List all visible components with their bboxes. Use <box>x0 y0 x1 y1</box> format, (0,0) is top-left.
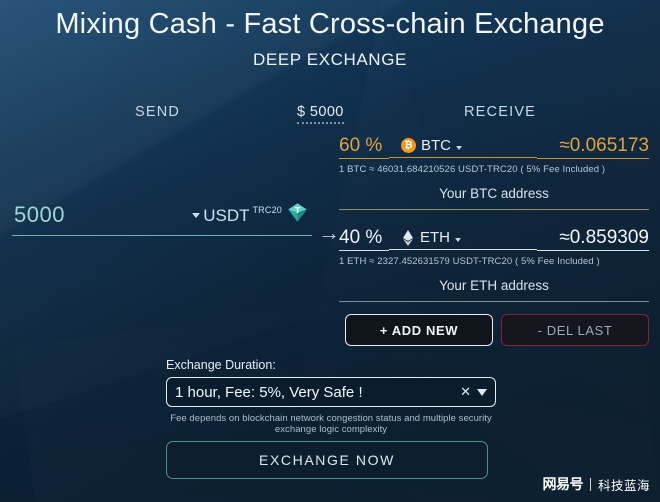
caret-down-icon <box>192 213 201 218</box>
send-token-network: TRC20 <box>252 205 282 215</box>
page-subtitle: DEEP EXCHANGE <box>253 50 407 69</box>
send-token-symbol: USDT <box>203 206 250 225</box>
eth-rate-note: 1 ETH ≈ 2327.452631579 USDT-TRC20 ( 5% F… <box>339 256 600 267</box>
btc-address-input[interactable]: Your BTC address <box>339 186 649 210</box>
exchange-now-button[interactable]: EXCHANGE NOW <box>166 441 488 479</box>
coin-row-actions: + ADD NEW - DEL LAST <box>345 314 651 346</box>
chevron-down-icon <box>455 237 461 242</box>
ethereum-icon <box>401 229 415 246</box>
total-amount-label: $ 5000 <box>297 104 344 124</box>
btc-rate-note: 1 BTC ≈ 46031.684210526 USDT-TRC20 ( 5% … <box>339 164 606 175</box>
eth-percent-input[interactable]: 40 % <box>339 228 389 251</box>
watermark-text: 科技蓝海 <box>597 477 650 493</box>
bitcoin-icon: ₿ <box>401 138 416 153</box>
eth-amount-value: ≈0.859309 <box>537 228 649 251</box>
receive-coin-row-btc: 60 % ₿ BTC ≈0.065173 1 BTC ≈ 46031.68421… <box>339 134 649 210</box>
watermark: 网易号 科技蓝海 <box>542 474 650 494</box>
send-amount-input[interactable]: 5000 <box>14 202 65 228</box>
usdt-tether-diamond-icon: T <box>287 202 308 223</box>
send-column-label: SEND <box>135 104 181 120</box>
exchange-duration-select[interactable]: 1 hour, Fee: 5%, Very Safe ! ✕ <box>166 377 496 407</box>
btc-symbol-label: BTC <box>421 137 451 154</box>
btc-line: 60 % ₿ BTC ≈0.065173 <box>339 134 649 161</box>
exchange-duration-label: Exchange Duration: <box>166 358 276 372</box>
receive-column-label: RECEIVE <box>464 104 537 120</box>
send-token-selector[interactable]: USDT TRC20 <box>192 205 282 226</box>
eth-line: 40 % ETH ≈0.859309 <box>339 226 649 253</box>
btc-amount-value: ≈0.065173 <box>537 136 649 159</box>
add-new-button[interactable]: + ADD NEW <box>345 314 493 346</box>
fee-disclaimer-text: Fee depends on blockchain network conges… <box>170 413 492 435</box>
eth-address-input[interactable]: Your ETH address <box>339 278 649 302</box>
chevron-down-icon <box>456 145 462 150</box>
page-title: Mixing Cash - Fast Cross-chain Exchange <box>55 8 605 40</box>
btc-percent-input[interactable]: 60 % <box>339 136 389 159</box>
receive-panel: 60 % ₿ BTC ≈0.065173 1 BTC ≈ 46031.68421… <box>339 134 649 302</box>
svg-text:T: T <box>295 206 301 215</box>
close-x-icon[interactable]: ✕ <box>460 384 471 400</box>
arrow-right-icon: → <box>318 220 340 245</box>
chevron-down-icon[interactable] <box>477 388 487 396</box>
del-last-button[interactable]: - DEL LAST <box>501 314 649 346</box>
column-captions: SEND $ 5000 RECEIVE <box>0 104 660 126</box>
watermark-logo: 网易号 <box>542 477 583 493</box>
watermark-divider <box>589 477 591 491</box>
eth-coin-selector[interactable]: ETH <box>389 229 537 250</box>
exchange-page: Mixing Cash - Fast Cross-chain Exchange … <box>0 0 660 502</box>
exchange-duration-value: 1 hour, Fee: 5%, Very Safe ! <box>175 383 363 401</box>
send-amount-field[interactable]: 5000 USDT TRC20 T <box>12 200 312 236</box>
receive-coin-row-eth: 40 % ETH ≈0.859309 1 ETH ≈ 2327.45263157… <box>339 226 649 302</box>
exchange-duration-section: Exchange Duration: 1 hour, Fee: 5%, Very… <box>166 358 496 435</box>
send-panel: 5000 USDT TRC20 T <box>12 200 312 236</box>
eth-symbol-label: ETH <box>420 229 450 246</box>
btc-coin-selector[interactable]: ₿ BTC <box>389 137 537 158</box>
